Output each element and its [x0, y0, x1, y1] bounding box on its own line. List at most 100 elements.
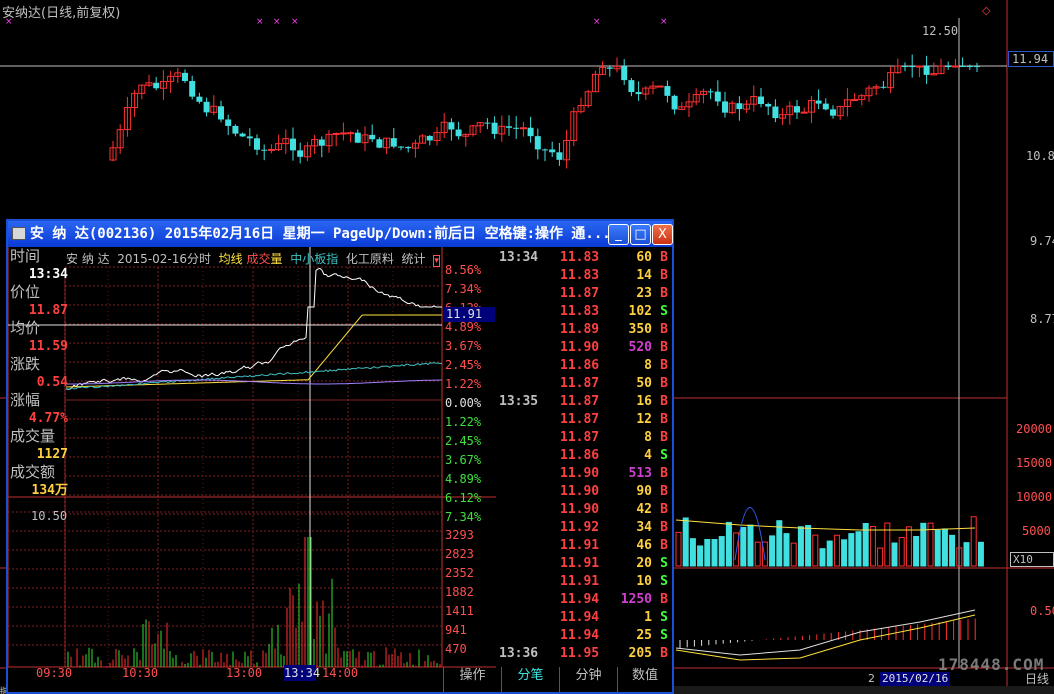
volume-toggle[interactable]: 成交 — [247, 252, 271, 266]
tick-row[interactable]: 11.90 42 B — [496, 502, 672, 520]
volume-bar — [848, 533, 855, 567]
tick-row[interactable]: 11.87 12 B — [496, 412, 672, 430]
tick-row[interactable]: 11.92 34 B — [496, 520, 672, 538]
candle-body — [426, 135, 433, 141]
candle-body — [267, 148, 275, 151]
tick-side: B — [660, 646, 668, 661]
time-axis-label: 10:30 — [122, 666, 159, 680]
candle-body — [225, 119, 232, 126]
tick-price: 11.83 — [560, 250, 600, 265]
candle-body — [254, 138, 260, 150]
tick-price: 11.87 — [560, 412, 600, 427]
volume-ma-line — [675, 519, 976, 531]
stat-button[interactable]: 统计 — [402, 252, 426, 266]
tick-row[interactable]: 11.86 8 B — [496, 358, 672, 376]
dropdown-arrow-icon[interactable]: ▾ — [433, 255, 440, 267]
tick-price: 11.87 — [560, 430, 600, 445]
tick-side: S — [660, 574, 668, 589]
tick-volume: 10 — [636, 574, 652, 589]
tick-row[interactable]: 11.91 20 S — [496, 556, 672, 574]
tick-row[interactable]: 13:35 11.87 16 B — [496, 394, 672, 412]
candle-body — [772, 106, 779, 119]
tick-price: 11.83 — [560, 268, 600, 283]
tick-side: B — [660, 268, 668, 283]
tick-row[interactable]: 11.91 46 B — [496, 538, 672, 556]
tick-side: B — [660, 538, 668, 553]
tick-row[interactable]: 11.83 102 S — [496, 304, 672, 322]
volume-toggle-tail[interactable]: 量 — [271, 252, 283, 266]
volume-bar — [898, 536, 905, 567]
tick-row[interactable]: 11.89 350 B — [496, 322, 672, 340]
tick-row[interactable]: 11.94 1 S — [496, 610, 672, 628]
tick-price: 11.91 — [560, 556, 600, 571]
tab-values[interactable]: 数值 — [617, 667, 672, 692]
candle-body — [815, 100, 822, 104]
volume-bar — [963, 542, 970, 567]
candle-body — [880, 86, 887, 88]
tick-row[interactable]: 11.90 520 B — [496, 340, 672, 358]
tick-panel-tabs: 操作 分笔 分钟 数值 — [443, 667, 672, 692]
tick-list[interactable]: 13:34 11.83 60 B 11.83 14 B 11.87 23 B 11.83 102 S 11… — [496, 247, 672, 662]
chart-date: 2015-02-16分时 — [117, 252, 212, 266]
tick-row[interactable]: 11.87 50 B — [496, 376, 672, 394]
tab-minutes[interactable]: 分钟 — [559, 667, 617, 692]
volume-bar — [725, 521, 732, 567]
tick-side: B — [660, 592, 668, 607]
tick-side: B — [660, 394, 668, 409]
tick-side: B — [660, 250, 668, 265]
maximize-button[interactable]: □ — [630, 224, 651, 245]
tick-time: 13:34 — [499, 250, 539, 265]
watermark-text: 178448.COM — [938, 655, 1045, 674]
volume-scale-label: 1411 — [445, 604, 474, 618]
intraday-popup-window[interactable]: 安 纳 达(002136) 2015年02月16日 星期一 PageUp/Dow… — [6, 219, 674, 694]
tick-row[interactable]: 13:36 11.95 205 B — [496, 646, 672, 664]
tick-row[interactable]: 11.91 10 S — [496, 574, 672, 592]
tab-ticks[interactable]: 分笔 — [501, 667, 559, 692]
avg-value: 11.59 — [28, 339, 68, 354]
tick-row[interactable]: 11.94 25 S — [496, 628, 672, 646]
volume-bar — [769, 535, 776, 567]
tick-row[interactable]: 11.94 1250 B — [496, 592, 672, 610]
popup-titlebar[interactable]: 安 纳 达(002136) 2015年02月16日 星期一 PageUp/Dow… — [8, 221, 672, 247]
tick-row[interactable]: 11.86 4 S — [496, 448, 672, 466]
tick-side: B — [660, 376, 668, 391]
volume-bar — [718, 536, 725, 567]
avg-line-toggle[interactable]: 均线 — [219, 252, 243, 266]
candle-body — [923, 66, 930, 75]
sector-overlay-toggle[interactable]: 化工原料 — [346, 252, 394, 266]
tick-time: 13:36 — [499, 646, 539, 661]
cursor-info-panel: 时间 13:34 价位 11.87 均价 11.59 涨跌 0.54 涨幅 4.… — [10, 247, 68, 499]
tick-volume: 350 — [628, 322, 652, 337]
candle-body — [491, 122, 498, 134]
volume-level-label: 20000 — [1016, 422, 1053, 436]
tick-row[interactable]: 11.87 8 B — [496, 430, 672, 448]
signal-marker-icon: × — [256, 17, 264, 27]
change-value: 0.54 — [36, 375, 68, 390]
time-value: 13:34 — [28, 267, 68, 282]
tick-row[interactable]: 11.90 90 B — [496, 484, 672, 502]
candle-body — [347, 132, 355, 135]
tick-price: 11.91 — [560, 574, 600, 589]
tick-row[interactable]: 11.90 513 B — [496, 466, 672, 484]
tab-operate[interactable]: 操作 — [443, 667, 501, 692]
page-number: 2 — [868, 672, 875, 685]
tick-row[interactable]: 11.83 14 B — [496, 268, 672, 286]
volume-level-label: 5000 — [1022, 524, 1051, 538]
pct-up-label: 7.34% — [445, 282, 482, 296]
minimize-button[interactable]: _ — [608, 224, 629, 245]
pct-down-label: 1.22% — [445, 415, 482, 429]
index-overlay-toggle[interactable]: 中小板指 — [290, 252, 338, 266]
tick-row[interactable]: 11.87 23 B — [496, 286, 672, 304]
main-chart-title: 安纳达(日线,前复权) — [2, 6, 121, 21]
volume-bar — [819, 548, 826, 567]
time-axis-label: 09:30 — [36, 666, 73, 680]
tick-row[interactable]: 13:34 11.83 60 B — [496, 250, 672, 268]
volume-unit-label: X10 — [1010, 552, 1054, 567]
tick-volume: 42 — [636, 502, 652, 517]
candle-body — [945, 66, 952, 67]
intraday-chart[interactable] — [8, 247, 496, 692]
tick-side: B — [660, 430, 668, 445]
close-button[interactable]: X — [652, 224, 673, 245]
candle-body — [959, 66, 966, 67]
amount-value: 134万 — [31, 483, 68, 498]
